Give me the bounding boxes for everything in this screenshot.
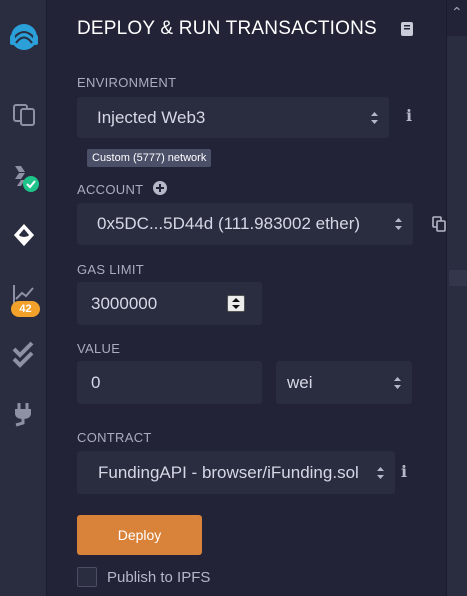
value-amount-input[interactable]: 0: [77, 361, 262, 404]
environment-info-icon[interactable]: i: [406, 106, 412, 125]
deploy-run-panel: DEPLOY & RUN TRANSACTIONS ENVIRONMENT In…: [48, 0, 446, 596]
value-unit: wei: [287, 372, 313, 392]
analysis-badge: 42: [11, 301, 40, 317]
select-arrows-icon: [376, 466, 385, 480]
select-arrows-icon: [394, 217, 403, 231]
solidity-compiler-icon[interactable]: [0, 155, 47, 199]
plugin-manager-icon[interactable]: [0, 391, 47, 435]
environment-value: Injected Web3: [97, 107, 206, 127]
contract-value: FundingAPI - browser/iFunding.sol: [98, 462, 359, 482]
value-amount: 0: [91, 372, 101, 392]
select-arrows-icon: [370, 111, 379, 125]
gas-limit-label: GAS LIMIT: [77, 262, 144, 277]
contract-label: CONTRACT: [77, 430, 152, 445]
icon-sidebar: 42: [0, 0, 47, 596]
environment-select[interactable]: Injected Web3: [77, 97, 389, 138]
add-account-icon[interactable]: [153, 181, 167, 195]
deploy-button[interactable]: Deploy: [77, 515, 202, 555]
page-title: DEPLOY & RUN TRANSACTIONS: [77, 18, 377, 39]
deploy-run-icon[interactable]: [0, 213, 47, 257]
account-select[interactable]: 0x5DC...5D44d (111.983002 ether): [77, 203, 413, 245]
account-label: ACCOUNT: [77, 182, 144, 197]
value-label: VALUE: [77, 341, 121, 356]
account-value: 0x5DC...5D44d (111.983002 ether): [97, 214, 361, 233]
gas-limit-value: 3000000: [91, 293, 158, 313]
publish-ipfs-checkbox[interactable]: [77, 567, 97, 587]
documentation-icon[interactable]: [400, 21, 414, 42]
remix-logo-icon[interactable]: [0, 14, 47, 58]
chevron-up-icon[interactable]: ⌃: [451, 4, 463, 21]
gas-limit-stepper[interactable]: [227, 295, 245, 312]
copy-icon[interactable]: [432, 216, 446, 232]
value-unit-select[interactable]: wei: [276, 361, 412, 404]
file-explorer-icon[interactable]: [0, 92, 47, 136]
editor-edge: ⌃: [446, 0, 467, 596]
environment-label: ENVIRONMENT: [77, 75, 177, 90]
publish-ipfs-label: Publish to IPFS: [107, 569, 211, 586]
select-arrows-icon: [393, 376, 402, 390]
contract-select[interactable]: FundingAPI - browser/iFunding.sol: [77, 451, 395, 494]
network-tooltip: Custom (5777) network: [87, 149, 212, 167]
contract-info-icon[interactable]: i: [401, 462, 407, 481]
testing-icon[interactable]: [0, 333, 47, 377]
